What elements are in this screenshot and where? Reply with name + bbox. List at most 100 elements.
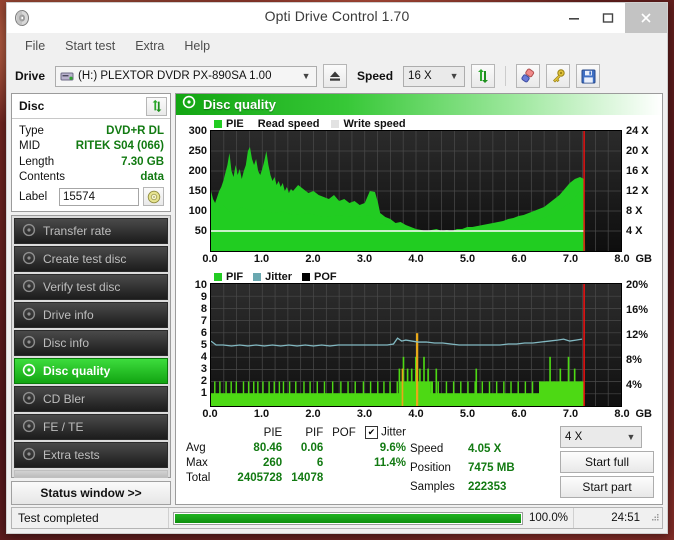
max-jitter: 11.4% xyxy=(374,456,406,469)
avg-pif: 0.06 xyxy=(300,441,324,454)
save-button[interactable] xyxy=(576,64,601,88)
refresh-button[interactable] xyxy=(471,64,496,88)
start-part-button[interactable]: Start part xyxy=(560,476,654,498)
disc-quality-panel: Disc quality PIE Read speed Write speed … xyxy=(175,93,663,505)
sidebar-label: Extra tests xyxy=(43,448,100,462)
max-pif: 6 xyxy=(316,456,324,469)
window-controls xyxy=(557,3,667,33)
stats-corner xyxy=(182,425,232,440)
pif-plot[interactable] xyxy=(210,283,622,407)
pif-xtick-8: 8.0 xyxy=(614,408,630,420)
erase-button[interactable] xyxy=(516,64,541,88)
avg-pof xyxy=(327,440,359,455)
pif-chart-legend: PIF Jitter POF xyxy=(178,270,658,283)
refresh-icon xyxy=(152,99,161,113)
samples-value: 222353 xyxy=(468,480,507,493)
pof-legend-swatch xyxy=(302,272,311,281)
pie-xtick-7: 7.0 xyxy=(562,253,579,265)
progress-wrap: 100.0% xyxy=(169,511,573,525)
eraser-icon xyxy=(521,68,535,83)
nav-filler xyxy=(14,470,168,478)
stats-table-wrap: PIE PIF POF ✔ Jitter Avg 80.46 0.06 9.6%… xyxy=(182,425,410,498)
row-label-max: Max xyxy=(186,456,208,469)
pie-plot-row: 300 250 200 150 100 50 24 X 20 X 16 X 12… xyxy=(178,125,658,252)
jitter-checkbox[interactable]: ✔ xyxy=(365,426,379,439)
menu-start-test[interactable]: Start test xyxy=(57,36,123,56)
eject-button[interactable] xyxy=(323,64,348,88)
disc-row-length: Length 7.30 GB xyxy=(19,154,164,170)
progress-percent: 100.0% xyxy=(529,512,569,524)
pie-plot[interactable] xyxy=(210,130,622,252)
pie-y2tick-20x: 20 X xyxy=(626,145,649,157)
test-speed-select[interactable]: 4 X ▼ xyxy=(560,426,642,448)
pif-plot-row: 10 9 8 7 6 5 4 3 2 1 20% 16% 12% 8% 4% xyxy=(178,279,658,407)
app-window: Opti Drive Control 1.70 File Start test … xyxy=(6,2,668,534)
pif-chart-block: PIF Jitter POF 10 9 8 7 6 5 4 3 2 1 20% … xyxy=(178,270,658,423)
pie-y2tick-16x: 16 X xyxy=(626,165,649,177)
disc-label-button[interactable] xyxy=(143,187,164,206)
sidebar-item-create-test-disc[interactable]: Create test disc xyxy=(14,246,168,272)
pif-y-axis: 10 9 8 7 6 5 4 3 2 1 xyxy=(178,279,210,407)
sidebar-item-cd-bler[interactable]: CD Bler xyxy=(14,386,168,412)
pie-chart-block: PIE Read speed Write speed 300 250 200 1… xyxy=(178,117,658,268)
left-column: Disc Type DVD+R DL MID RITEK S04 (066) L… xyxy=(11,93,171,505)
write-speed-legend-label: Write speed xyxy=(343,117,406,130)
drive-label: Drive xyxy=(15,69,46,83)
sidebar-item-extra-tests[interactable]: Extra tests xyxy=(14,442,168,468)
disc-label-input[interactable]: 15574 xyxy=(59,187,139,206)
panel-title: Disc quality xyxy=(203,97,276,112)
pie-xtick-3: 3.0 xyxy=(356,253,373,265)
pie-y2tick-8x: 8 X xyxy=(626,205,643,217)
pie-y2tick-4x: 4 X xyxy=(626,225,643,237)
pie-ytick-300: 300 xyxy=(188,125,207,137)
menu-file[interactable]: File xyxy=(17,36,53,56)
close-button[interactable] xyxy=(625,3,667,33)
pie-ytick-200: 200 xyxy=(188,165,207,177)
sidebar-label: FE / TE xyxy=(43,420,84,434)
pif-ytick-2: 2 xyxy=(200,375,207,387)
total-pie: 2405728 xyxy=(237,471,283,484)
pif-ytick-10: 10 xyxy=(194,279,207,291)
disc-refresh-button[interactable] xyxy=(146,96,167,116)
menu-extra[interactable]: Extra xyxy=(127,36,172,56)
sidebar-item-transfer-rate[interactable]: Transfer rate xyxy=(14,218,168,244)
stats-info: Speed 4.05 X Position 7475 MB Samples 22… xyxy=(410,425,560,498)
disc-type-value: DVD+R DL xyxy=(106,124,164,137)
row-label-total: Total xyxy=(186,471,211,484)
pif-ytick-4: 4 xyxy=(200,351,207,363)
disc-panel-header: Disc xyxy=(12,94,170,119)
menu-help[interactable]: Help xyxy=(176,36,218,56)
pie-x-axis: 0.0 1.0 2.0 3.0 4.0 5.0 6.0 7.0 8.0 GB xyxy=(202,252,652,268)
maximize-button[interactable] xyxy=(591,3,625,33)
sidebar-item-verify-test-disc[interactable]: Verify test disc xyxy=(14,274,168,300)
position-key: Position xyxy=(410,461,451,474)
title-bar: Opti Drive Control 1.70 xyxy=(7,3,667,33)
row-label-avg: Avg xyxy=(186,441,206,454)
disc-type-key: Type xyxy=(19,124,44,137)
table-row: Total 2405728 14078 xyxy=(182,470,410,485)
speed-value: 4.05 X xyxy=(468,442,502,455)
sidebar-item-disc-quality[interactable]: Disc quality xyxy=(14,358,168,384)
pie-legend-swatch xyxy=(214,119,222,128)
toolbar-divider xyxy=(505,66,507,86)
sidebar-item-fe-te[interactable]: FE / TE xyxy=(14,414,168,440)
pie-right-axis: 24 X 20 X 16 X 12 X 8 X 4 X xyxy=(622,125,658,252)
drive-select[interactable]: (H:) PLEXTOR DVDR PX-890SA 1.00 ▼ xyxy=(55,65,318,87)
disc-quality-icon xyxy=(182,95,196,114)
sidebar-item-drive-info[interactable]: Drive info xyxy=(14,302,168,328)
pif-right-axis: 20% 16% 12% 8% 4% xyxy=(622,279,658,407)
pie-xtick-5: 5.0 xyxy=(459,253,476,265)
pif-xtick-6: 6.0 xyxy=(511,408,527,420)
start-full-button[interactable]: Start full xyxy=(560,451,654,473)
pie-xtick-2: 2.0 xyxy=(305,253,321,265)
pie-y-axis: 300 250 200 150 100 50 xyxy=(178,125,210,252)
status-window-button[interactable]: Status window >> xyxy=(11,481,171,505)
disc-panel-title: Disc xyxy=(19,99,45,113)
test-controls: 4 X ▼ Start full Start part xyxy=(560,425,654,498)
pie-xtick-8: 8.0 xyxy=(614,253,630,265)
minimize-button[interactable] xyxy=(557,3,591,33)
read-speed-select[interactable]: 16 X ▼ xyxy=(403,65,466,87)
settings-button[interactable] xyxy=(546,64,571,88)
resize-grip-icon[interactable] xyxy=(648,512,662,524)
sidebar-item-disc-info[interactable]: Disc info xyxy=(14,330,168,356)
